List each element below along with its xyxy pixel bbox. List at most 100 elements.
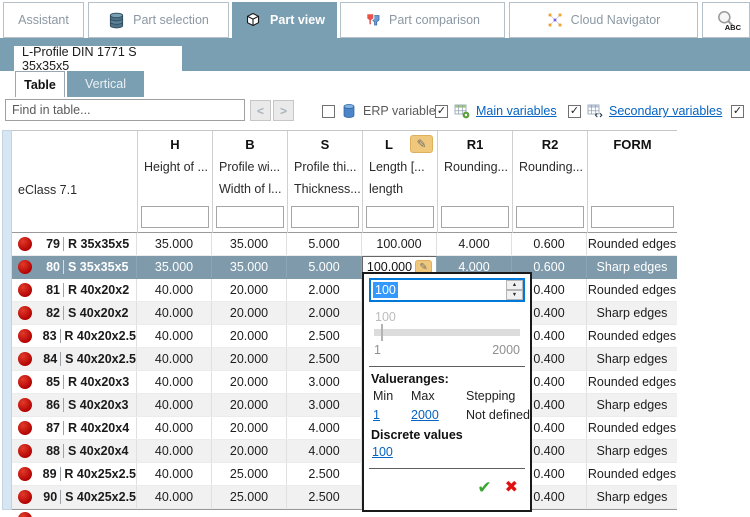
cell-form[interactable]: Rounded edges: [587, 233, 677, 255]
table-row[interactable]: 81 R 40x20x2 40.000 20.000 2.000 0.400 R…: [12, 279, 677, 302]
table-row[interactable]: 88 S 40x20x4 40.000 20.000 4.000 0.400 S…: [12, 440, 677, 463]
cell-form[interactable]: Rounded edges: [587, 325, 677, 347]
cell-s[interactable]: 2.500: [287, 325, 362, 347]
cell-b[interactable]: 35.000: [212, 256, 287, 278]
column-header-b[interactable]: B Profile wi... Width of l...: [212, 131, 287, 233]
column-header-h[interactable]: H Height of ...: [137, 131, 212, 233]
slider-handle[interactable]: [381, 324, 383, 341]
cell-b[interactable]: 20.000: [212, 371, 287, 393]
table-row[interactable]: 82 S 40x20x2 40.000 20.000 2.000 0.400 S…: [12, 302, 677, 325]
cell-form[interactable]: Rounded edges: [587, 279, 677, 301]
cell-h[interactable]: 40.000: [137, 486, 212, 508]
filter-input-b[interactable]: [216, 206, 284, 228]
cell-b[interactable]: 20.000: [212, 394, 287, 416]
cell-form[interactable]: Sharp edges: [587, 440, 677, 462]
cell-s[interactable]: 2.000: [287, 302, 362, 324]
cell-s[interactable]: 3.000: [287, 394, 362, 416]
main-variables-link[interactable]: Main variables: [476, 104, 557, 118]
tab-part-selection[interactable]: Part selection: [88, 2, 229, 38]
tab-part-view[interactable]: Part view: [232, 2, 337, 38]
discrete-value-link[interactable]: 100: [372, 445, 393, 459]
find-previous-button[interactable]: <: [250, 100, 271, 121]
document-tab[interactable]: L-Profile DIN 1771 S 35x35x5: [14, 46, 182, 71]
cell-h[interactable]: 35.000: [137, 256, 212, 278]
cell-r1[interactable]: 4.000: [437, 233, 512, 255]
cell-h[interactable]: 40.000: [137, 371, 212, 393]
tab-table-view[interactable]: Table: [15, 71, 65, 97]
table-row[interactable]: 90 S 40x25x2.5 40.000 25.000 2.500 0.400…: [12, 486, 677, 509]
accept-button[interactable]: ✔: [477, 479, 491, 496]
cell-l[interactable]: 100.000: [362, 233, 437, 255]
table-row[interactable]: 80 S 35x35x5 35.000 35.000 5.000 100.000…: [12, 256, 677, 279]
filter-input-form[interactable]: [591, 206, 674, 228]
cell-h[interactable]: 40.000: [137, 394, 212, 416]
value-input[interactable]: 100: [373, 282, 398, 298]
cell-h[interactable]: 40.000: [137, 440, 212, 462]
cell-s[interactable]: 4.000: [287, 417, 362, 439]
cell-b[interactable]: 20.000: [212, 417, 287, 439]
cell-form[interactable]: Sharp edges: [587, 486, 677, 508]
cell-h[interactable]: 40.000: [137, 348, 212, 370]
filter-input-h[interactable]: [141, 206, 209, 228]
tab-assistant[interactable]: Assistant: [3, 2, 84, 38]
column-header-l[interactable]: L ✎ Length [... length: [362, 131, 437, 233]
main-variables-checkbox[interactable]: ✓: [435, 105, 448, 118]
cell-h[interactable]: 40.000: [137, 279, 212, 301]
cell-s[interactable]: 3.000: [287, 371, 362, 393]
spin-up-button[interactable]: ▲: [506, 280, 523, 290]
tab-part-comparison[interactable]: Part comparison: [340, 2, 505, 38]
cell-r2[interactable]: 0.600: [512, 233, 587, 255]
column-edit-pencil-icon[interactable]: ✎: [410, 135, 433, 153]
cell-b[interactable]: 25.000: [212, 486, 287, 508]
secondary-variables-link[interactable]: Secondary variables: [609, 104, 722, 118]
cell-s[interactable]: 2.500: [287, 486, 362, 508]
table-row[interactable]: 86 S 40x20x3 40.000 20.000 3.000 0.400 S…: [12, 394, 677, 417]
cell-form[interactable]: Rounded edges: [587, 371, 677, 393]
column-header-r2[interactable]: R2 Rounding...: [512, 131, 587, 233]
min-value-link[interactable]: 1: [373, 408, 411, 422]
table-row[interactable]: 89 R 40x25x2.5 40.000 25.000 2.500 0.400…: [12, 463, 677, 486]
column-header-r1[interactable]: R1 Rounding...: [437, 131, 512, 233]
table-row[interactable]: 79 R 35x35x5 35.000 35.000 5.000 100.000…: [12, 233, 677, 256]
cell-b[interactable]: 20.000: [212, 325, 287, 347]
cell-b[interactable]: 20.000: [212, 348, 287, 370]
find-in-table-input[interactable]: [5, 99, 245, 121]
cell-b[interactable]: 35.000: [212, 233, 287, 255]
table-row[interactable]: 87 R 40x20x4 40.000 20.000 4.000 0.400 R…: [12, 417, 677, 440]
slider-track[interactable]: [374, 329, 520, 336]
cell-form[interactable]: Rounded edges: [587, 417, 677, 439]
table-row[interactable]: 84 S 40x20x2.5 40.000 20.000 2.500 0.400…: [12, 348, 677, 371]
value-spinbox[interactable]: 100 ▲ ▼: [369, 278, 525, 302]
secondary-variables-checkbox[interactable]: ✓: [568, 105, 581, 118]
filter-input-r1[interactable]: [441, 206, 509, 228]
cancel-button[interactable]: ✖: [505, 479, 518, 496]
cell-form[interactable]: Sharp edges: [587, 394, 677, 416]
cell-s[interactable]: 2.000: [287, 279, 362, 301]
cell-h[interactable]: 40.000: [137, 417, 212, 439]
cell-h[interactable]: 35.000: [137, 233, 212, 255]
filter-input-l[interactable]: [366, 206, 434, 228]
cell-s[interactable]: 4.000: [287, 440, 362, 462]
cell-b[interactable]: 20.000: [212, 302, 287, 324]
table-row[interactable]: 83 R 40x20x2.5 40.000 20.000 2.500 0.400…: [12, 325, 677, 348]
cell-s[interactable]: 5.000: [287, 233, 362, 255]
tab-vertical-view[interactable]: Vertical: [67, 71, 144, 97]
tab-text-search[interactable]: ABC: [702, 2, 750, 38]
cell-form[interactable]: Sharp edges: [587, 302, 677, 324]
cell-form[interactable]: Sharp edges: [587, 256, 677, 278]
cell-s[interactable]: 5.000: [287, 256, 362, 278]
cell-h[interactable]: 40.000: [137, 325, 212, 347]
erp-variables-checkbox[interactable]: [322, 105, 335, 118]
filter-input-r2[interactable]: [516, 206, 584, 228]
table-row[interactable]: 85 R 40x20x3 40.000 20.000 3.000 0.400 R…: [12, 371, 677, 394]
cell-h[interactable]: 40.000: [137, 463, 212, 485]
cell-b[interactable]: 20.000: [212, 279, 287, 301]
more-variables-checkbox[interactable]: ✓: [731, 105, 744, 118]
cell-form[interactable]: Sharp edges: [587, 348, 677, 370]
cell-h[interactable]: 40.000: [137, 302, 212, 324]
cell-b[interactable]: 25.000: [212, 463, 287, 485]
column-header-form[interactable]: FORM: [587, 131, 677, 233]
cell-s[interactable]: 2.500: [287, 463, 362, 485]
cell-b[interactable]: 20.000: [212, 440, 287, 462]
max-value-link[interactable]: 2000: [411, 408, 466, 422]
